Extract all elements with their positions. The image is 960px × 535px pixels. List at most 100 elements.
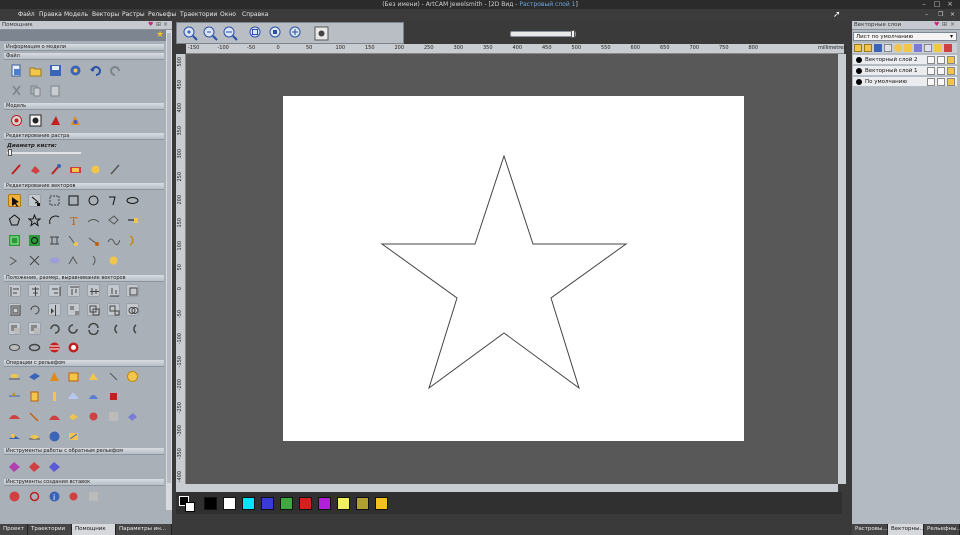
model-material-icon[interactable] bbox=[49, 114, 62, 127]
color-swatch[interactable] bbox=[280, 497, 293, 510]
zoom-slider-thumb[interactable] bbox=[571, 30, 575, 38]
menu-window[interactable]: Окно bbox=[220, 11, 236, 18]
subtract-relief-icon[interactable] bbox=[28, 390, 41, 403]
align-left-icon[interactable] bbox=[8, 284, 21, 297]
ungroup-icon[interactable] bbox=[107, 303, 120, 316]
vector-smooth-icon[interactable] bbox=[107, 234, 120, 247]
section-vector-position[interactable]: Положение, размер, выравнивание векторов bbox=[4, 275, 164, 282]
vector-trim-icon[interactable] bbox=[126, 214, 139, 227]
circle-icon[interactable] bbox=[87, 194, 100, 207]
color-swatch[interactable] bbox=[204, 497, 217, 510]
model-sheet[interactable] bbox=[283, 96, 744, 441]
save-model-icon[interactable] bbox=[49, 64, 62, 77]
layer-row[interactable]: По умолчанию bbox=[853, 77, 957, 87]
tab-assistant[interactable]: Помощник bbox=[72, 524, 116, 535]
section-vector-edit[interactable]: Редактирование векторов bbox=[4, 183, 164, 190]
layer-up-icon[interactable] bbox=[934, 44, 942, 52]
open-layer-icon[interactable] bbox=[864, 44, 872, 52]
tab-project[interactable]: Проект bbox=[0, 524, 28, 535]
block-copy-icon[interactable] bbox=[8, 322, 21, 335]
ellipse-icon[interactable] bbox=[126, 194, 139, 207]
vector-weld-icon[interactable] bbox=[48, 254, 61, 267]
color-swatch[interactable] bbox=[318, 497, 331, 510]
reverse-relief-icon[interactable] bbox=[8, 460, 21, 473]
eyedropper-icon[interactable] bbox=[49, 163, 62, 176]
vector-cut-icon[interactable] bbox=[28, 254, 41, 267]
bezier-fit-icon[interactable] bbox=[126, 322, 139, 335]
pin-icon[interactable]: ⊞ bbox=[156, 21, 161, 28]
group-icon[interactable] bbox=[87, 303, 100, 316]
layer-visible-icon[interactable] bbox=[947, 67, 955, 75]
circular-copy-icon[interactable] bbox=[48, 322, 61, 335]
heart-icon[interactable]: ♥ bbox=[148, 21, 153, 28]
rotate-copy-icon[interactable] bbox=[28, 322, 41, 335]
vector-close-icon[interactable] bbox=[87, 234, 100, 247]
maximize-button[interactable]: □ bbox=[931, 0, 943, 9]
rectangle-icon[interactable] bbox=[67, 194, 80, 207]
menu-vectors[interactable]: Векторы bbox=[92, 11, 119, 18]
align-top-icon[interactable] bbox=[67, 284, 80, 297]
pencil-icon[interactable] bbox=[109, 163, 122, 176]
open-model-icon[interactable] bbox=[29, 64, 42, 77]
align-center-h-icon[interactable] bbox=[28, 284, 41, 297]
extrude-icon[interactable] bbox=[28, 370, 41, 383]
heart-icon[interactable]: ♥ bbox=[934, 21, 939, 28]
menu-reliefs[interactable]: Рельефы bbox=[148, 11, 176, 18]
undo-icon[interactable] bbox=[89, 64, 102, 77]
section-insert-tools[interactable]: Инструменты создания вставок bbox=[4, 479, 164, 486]
texture-icon[interactable] bbox=[126, 370, 139, 383]
zoom-window-icon[interactable] bbox=[269, 26, 284, 41]
section-model-info[interactable]: Информация о модели bbox=[4, 44, 164, 51]
close-icon[interactable]: × bbox=[163, 21, 168, 28]
section-model[interactable]: Модель bbox=[4, 103, 164, 110]
vector-join-icon[interactable] bbox=[67, 234, 80, 247]
relief-export-icon[interactable] bbox=[67, 430, 80, 443]
model-size-icon[interactable] bbox=[10, 114, 23, 127]
layer-edit-icon[interactable] bbox=[937, 56, 945, 64]
layer-settings-icon[interactable] bbox=[924, 44, 932, 52]
section-relief-ops[interactable]: Операции с рельефом bbox=[4, 360, 164, 367]
insert-tool-2-icon[interactable] bbox=[28, 490, 41, 503]
zoom-slider[interactable] bbox=[510, 30, 576, 38]
raster-gem-icon[interactable] bbox=[89, 163, 102, 176]
layer-row[interactable]: Векторный слой 1 bbox=[853, 66, 957, 76]
primary-secondary-color-icon[interactable] bbox=[179, 496, 195, 512]
tab-tool-params[interactable]: Параметры ин... bbox=[116, 524, 172, 535]
vertical-scrollbar[interactable] bbox=[838, 54, 846, 484]
close-button[interactable]: × bbox=[944, 0, 956, 9]
relief-flat-icon[interactable] bbox=[87, 410, 100, 423]
menu-model[interactable]: Модель bbox=[64, 11, 88, 18]
model-flip-icon[interactable] bbox=[29, 114, 42, 127]
paste-icon[interactable] bbox=[49, 84, 62, 97]
vector-gem-icon[interactable] bbox=[107, 254, 120, 267]
new-model-icon[interactable] bbox=[10, 64, 23, 77]
visibility-icon[interactable] bbox=[914, 44, 922, 52]
relief-dome-icon[interactable] bbox=[48, 410, 61, 423]
polygon-icon[interactable] bbox=[8, 214, 21, 227]
sheet-select[interactable]: Лист по умолчанию ▾ bbox=[853, 32, 957, 41]
lock-layer-icon[interactable] bbox=[904, 44, 912, 52]
layer-lock-icon[interactable] bbox=[927, 56, 935, 64]
reverse-relief-2-icon[interactable] bbox=[28, 460, 41, 473]
zoom-in-icon[interactable] bbox=[183, 26, 198, 41]
new-layer-icon[interactable] bbox=[854, 44, 862, 52]
star-shape-icon[interactable] bbox=[28, 214, 41, 227]
menu-file[interactable]: Файл bbox=[18, 11, 35, 18]
vector-offset-icon[interactable] bbox=[48, 234, 61, 247]
insert-info-icon[interactable]: i bbox=[48, 490, 61, 503]
mdi-close-button[interactable]: × bbox=[950, 11, 955, 18]
relief-replace-icon[interactable] bbox=[28, 430, 41, 443]
layer-color-icon[interactable] bbox=[856, 68, 862, 74]
minimize-button[interactable]: – bbox=[918, 0, 930, 9]
sculpt-icon[interactable] bbox=[8, 410, 21, 423]
insert-tool-4-icon[interactable] bbox=[67, 490, 80, 503]
tab-toolpaths[interactable]: Траектории bbox=[28, 524, 72, 535]
pin-icon[interactable]: ⊞ bbox=[942, 21, 947, 28]
zoom-previous-icon[interactable] bbox=[249, 26, 264, 41]
vector-trace-icon[interactable] bbox=[28, 234, 41, 247]
relief-wrap-icon[interactable] bbox=[107, 410, 120, 423]
offset-relief-icon[interactable] bbox=[28, 410, 41, 423]
spin-icon[interactable] bbox=[48, 370, 61, 383]
tab-relief-layers[interactable]: Рельефны... bbox=[924, 524, 960, 535]
menu-help[interactable]: Справка bbox=[242, 11, 268, 18]
